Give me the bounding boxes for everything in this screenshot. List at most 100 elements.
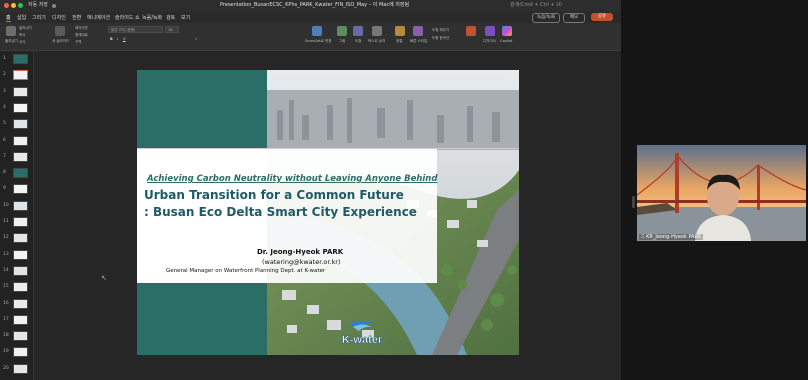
shape-outline-button[interactable]: 도형 윤곽선 (432, 36, 449, 41)
slide-thumbnail[interactable] (13, 347, 28, 358)
autosave-toggle[interactable] (52, 4, 56, 8)
textbox-icon[interactable] (372, 26, 382, 36)
cut-button[interactable]: 잘라내기 (19, 26, 32, 31)
resize-handle[interactable] (632, 196, 635, 208)
thumbnail-number: 17 (3, 316, 9, 322)
thumbnail-number: 9 (3, 186, 6, 192)
underline-button[interactable]: U (123, 37, 126, 41)
new-slide-icon[interactable] (55, 26, 65, 36)
quick-styles-label: 빠른 스타일 (410, 39, 428, 43)
designer-label: 디자이너 (483, 39, 496, 43)
tab-animations[interactable]: 애니메이션 (87, 14, 110, 21)
slide-thumbnail[interactable] (13, 54, 28, 64)
record-button[interactable]: 녹음/녹화 (532, 13, 560, 23)
font-size-select[interactable]: 18 (165, 26, 179, 33)
font-color-icon[interactable]: A (195, 37, 197, 41)
minimize-window-icon[interactable] (11, 3, 16, 8)
copilot-icon[interactable] (502, 26, 512, 36)
copy-button[interactable]: 복사 (19, 33, 25, 38)
thumbnail-number: 7 (3, 153, 6, 159)
thumbnail-number: 1 (3, 56, 6, 61)
participant-video[interactable]: ⎍ KR_Jeong-Hyeok PARK (637, 145, 806, 241)
slide-thumbnail[interactable] (13, 331, 28, 342)
new-slide-label: 새 슬라이드 (52, 39, 70, 43)
mouse-cursor-icon: ↖ (101, 274, 107, 282)
slide-thumbnail[interactable] (13, 184, 28, 195)
shapes-icon[interactable] (353, 26, 363, 36)
slide-thumbnail[interactable] (13, 151, 28, 162)
tab-view[interactable]: 보기 (181, 14, 190, 21)
slide-thumbnail[interactable] (13, 282, 28, 293)
format-painter-button[interactable]: 서식 (19, 40, 25, 45)
tab-transitions[interactable]: 전환 (72, 14, 81, 21)
share-button[interactable]: 공유 (591, 13, 613, 21)
slide-thumbnail[interactable] (13, 200, 28, 211)
participant-name: KR_Jeong-Hyeok PARK (646, 234, 702, 240)
slide-canvas[interactable]: 2 Achieving Carbon Neutrality without Le… (137, 70, 519, 355)
tab-record[interactable]: 녹음/녹화 (142, 14, 162, 21)
slide-thumbnail[interactable] (13, 119, 28, 130)
thumbnail-number: 15 (3, 284, 9, 290)
italic-button[interactable]: I (117, 37, 118, 41)
reset-button[interactable]: 원래대로 (75, 33, 88, 38)
thumbnail-number: 19 (3, 349, 9, 355)
title-bar: 자동 저장 Presentation_BusanECSC_KPhs_PARK_K… (0, 0, 621, 12)
grid-icon[interactable] (466, 26, 476, 36)
slide-thumbnail[interactable] (13, 363, 28, 374)
thumbnail-number: 12 (3, 235, 9, 241)
zoom-window-icon[interactable] (18, 3, 23, 8)
picture-icon[interactable] (337, 26, 347, 36)
document-title: Presentation_BusanECSC_KPhs_PARK_Kwater_… (220, 2, 410, 8)
video-frame (637, 145, 806, 241)
copilot-label: Copilot (500, 39, 513, 43)
layout-button[interactable]: 레이아웃 (75, 26, 88, 31)
arrange-icon[interactable] (395, 26, 405, 36)
slide-thumbnail[interactable] (13, 86, 28, 97)
participant-name-label: ⎍ KR_Jeong-Hyeok PARK (639, 234, 704, 240)
thumbnail-number: 14 (3, 267, 9, 273)
author-email: (watering@kwater.or.kr) (262, 258, 341, 266)
shape-fill-button[interactable]: 도형 채우기 (432, 28, 449, 33)
slide-thumbnail[interactable] (13, 233, 28, 244)
search-box[interactable]: 검색(Cmd + Ctrl + U) (510, 1, 562, 8)
slide-title-line-2: : Busan Eco Delta Smart City Experience (144, 205, 417, 219)
teal-block-top (137, 70, 267, 148)
arrange-label: 정렬 (396, 39, 403, 43)
shapes-label: 도형 (355, 39, 362, 43)
slide-thumbnail[interactable] (13, 168, 28, 179)
tab-draw[interactable]: 그리기 (32, 14, 46, 21)
slide-subtitle: Achieving Carbon Neutrality without Leav… (147, 174, 438, 184)
thumbnail-number: 18 (3, 333, 9, 339)
tab-home[interactable]: 홈 (6, 14, 11, 22)
smartart-icon[interactable] (312, 26, 322, 36)
comments-button[interactable]: 메모 (563, 13, 585, 23)
bold-button[interactable]: B (110, 37, 113, 41)
kwater-logo: K-water (327, 318, 397, 348)
slide-title-line-1: Urban Transition for a Common Future (144, 188, 404, 202)
slide-thumbnail[interactable] (13, 265, 28, 276)
slide-thumbnail[interactable] (13, 249, 28, 260)
tab-insert[interactable]: 삽입 (17, 14, 26, 21)
slide-thumbnail[interactable] (13, 217, 28, 227)
designer-icon[interactable] (485, 26, 495, 36)
font-select[interactable]: 맑은 고딕 (본문) (108, 26, 163, 33)
slide-thumbnail[interactable] (13, 298, 28, 309)
author-role: General Manager on Waterfront Planning D… (166, 268, 326, 274)
teal-block-bottom (137, 283, 267, 355)
thumbnail-number: 6 (3, 137, 6, 143)
picture-label: 그림 (339, 39, 346, 43)
tab-design[interactable]: 디자인 (52, 14, 66, 21)
slide-thumbnail[interactable] (13, 135, 28, 146)
thumbnail-number: 16 (3, 300, 9, 306)
author-name: Dr. Jeong-Hyeok PARK (257, 248, 344, 256)
slide-thumbnail[interactable] (13, 102, 28, 113)
slide-thumbnail[interactable] (13, 314, 28, 325)
tab-slideshow[interactable]: 슬라이드 쇼 (115, 14, 140, 21)
section-button[interactable]: 구역 (75, 40, 81, 45)
quick-styles-icon[interactable] (413, 26, 423, 36)
tab-review[interactable]: 검토 (166, 14, 175, 21)
paste-icon[interactable] (6, 26, 16, 36)
thumbnail-number: 11 (3, 219, 9, 224)
slide-thumbnail[interactable] (13, 70, 28, 81)
close-window-icon[interactable] (4, 3, 9, 8)
